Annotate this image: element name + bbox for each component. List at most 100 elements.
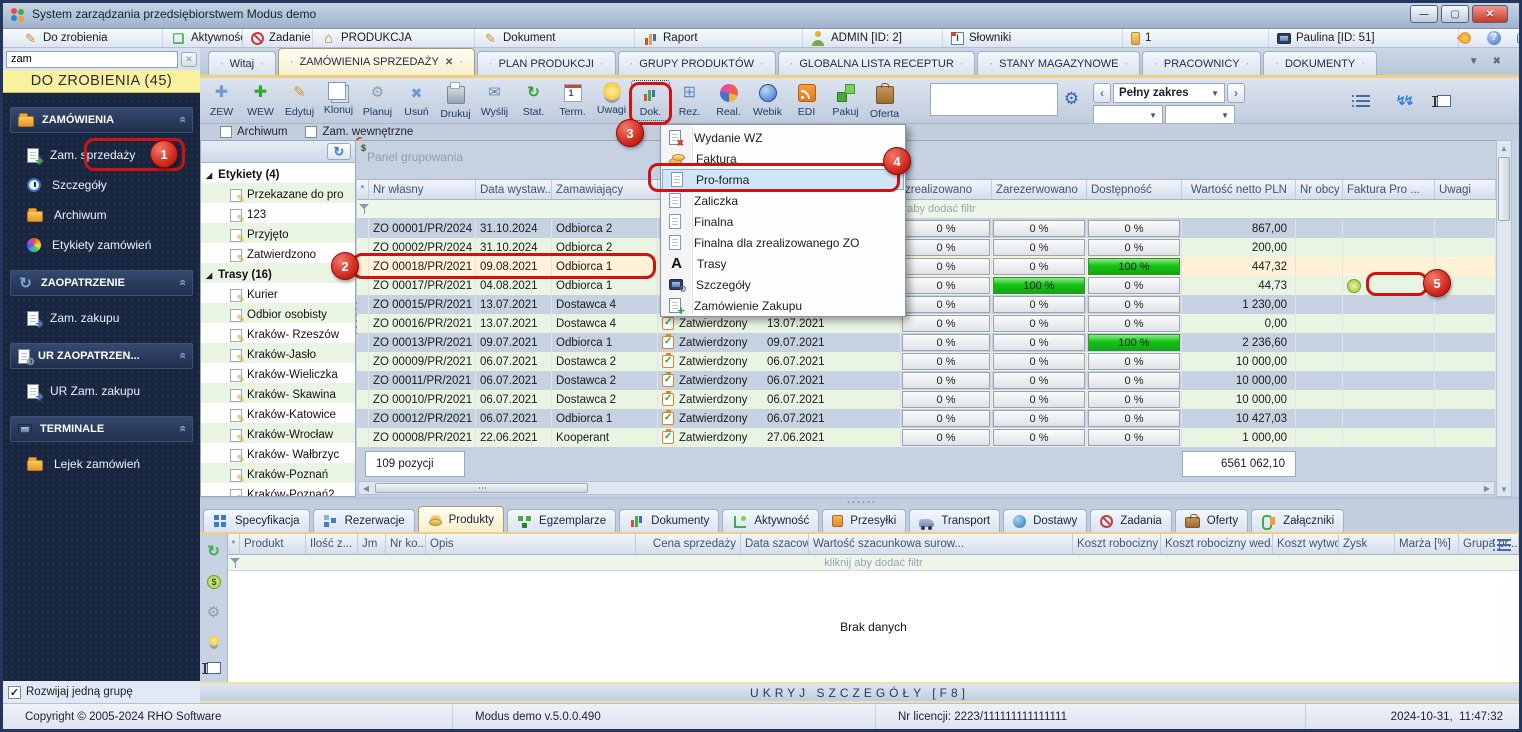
scrollbar-thumb[interactable] (1498, 157, 1510, 221)
tree-group-header[interactable]: Etykiety (4) (201, 165, 355, 185)
proforma-invoice-icon[interactable] (1347, 279, 1361, 293)
grid-column-header[interactable]: * (357, 180, 369, 199)
details-column-header[interactable]: Cena sprzedaży (636, 534, 741, 554)
document-tab[interactable]: GLOBALNA LISTA RECEPTUR (778, 51, 976, 75)
toolbar-button[interactable]: Rez. (670, 80, 709, 121)
filter-combo-2[interactable] (1165, 105, 1235, 125)
document-tab[interactable]: DOKUMENTY (1263, 51, 1377, 75)
maximize-button[interactable] (1441, 5, 1469, 23)
editbox-icon[interactable] (207, 662, 221, 674)
toolbar-button[interactable]: Webik (748, 80, 787, 121)
nav-item[interactable]: UR Zam. zakupu (10, 376, 193, 406)
menu-option[interactable]: Finalna (661, 211, 905, 232)
tree-item[interactable]: Kraków- Skawina (201, 385, 355, 405)
details-column-header[interactable]: Data szacowa... (741, 534, 809, 554)
editbox-icon[interactable] (1437, 95, 1451, 107)
tree-item[interactable]: Kraków-Jasło (201, 345, 355, 365)
grid-column-header[interactable]: Faktura Pro ... (1343, 180, 1435, 199)
details-column-header[interactable]: Zysk (1339, 534, 1395, 554)
grid-column-header[interactable]: Uwagi (1435, 180, 1496, 199)
toolbar-search-input[interactable] (930, 83, 1058, 116)
checkbox[interactable] (220, 126, 232, 138)
vertical-scrollbar[interactable]: ▲ ▼ (1496, 140, 1512, 497)
details-tab[interactable]: Transport (909, 509, 1000, 532)
chevron-up-icon[interactable] (175, 353, 189, 359)
grid-filter-row[interactable]: kliknij aby dodać filtr (357, 200, 1496, 219)
scroll-right-icon[interactable]: ▶ (1480, 482, 1494, 494)
details-tab[interactable]: Dokumenty (619, 509, 719, 532)
tab-close-icon[interactable] (445, 57, 453, 68)
details-tab[interactable]: Aktywność (722, 509, 819, 532)
document-tab[interactable]: PLAN PRODUKCJI (477, 51, 616, 75)
nav-item[interactable]: Szczegóły (10, 170, 193, 200)
scroll-down-icon[interactable]: ▼ (1497, 482, 1511, 496)
nav-item[interactable]: Lejek zamówień (10, 449, 193, 479)
filter-combo-1[interactable] (1093, 105, 1163, 125)
table-row[interactable]: ZO 00016/PR/2021 13.07.2021 Dostawca 4 Z… (357, 314, 1496, 333)
expand-one-group-checkbox[interactable] (8, 686, 21, 699)
menu-item[interactable]: 1 (1123, 29, 1269, 47)
nav-section-header[interactable]: ZAMÓWIENIA (10, 107, 193, 133)
filter-checkbox-item[interactable]: Archiwum (220, 126, 287, 138)
details-column-header[interactable]: Marża [%] (1395, 534, 1459, 554)
clear-search-icon[interactable] (181, 52, 197, 67)
tree-item[interactable]: 123 (201, 205, 355, 225)
tree-item[interactable]: Przyjęto (201, 225, 355, 245)
toolbar-button[interactable]: Wyślij (475, 80, 514, 121)
table-row[interactable]: ZO 00015/PR/2021 13.07.2021 Dostawca 4 0… (357, 295, 1496, 314)
toolbar-button[interactable]: Planuj (358, 80, 397, 121)
help-icon[interactable] (1487, 31, 1501, 45)
menu-item[interactable]: Raport (635, 29, 803, 47)
nav-item[interactable]: Zam. zakupu (10, 303, 193, 333)
details-column-header[interactable]: Koszt robocizny wed... (1161, 534, 1273, 554)
menu-option[interactable]: Zaliczka (661, 190, 905, 211)
horizontal-scrollbar[interactable]: ◀ ▶ (358, 481, 1495, 495)
details-column-header[interactable]: Opis (426, 534, 636, 554)
toolbar-button[interactable]: Stat. (514, 80, 553, 121)
nav-item[interactable]: Archiwum (10, 200, 193, 230)
details-tab[interactable]: Zadania (1090, 509, 1172, 532)
details-column-header[interactable]: Koszt wytwor... (1273, 534, 1339, 554)
refresh-icon[interactable] (206, 544, 221, 559)
tree-item[interactable]: Kraków- Rzeszów (201, 325, 355, 345)
group-panel[interactable]: Panel grupowania (357, 141, 1496, 179)
details-tab[interactable]: Egzemplarze (507, 509, 616, 532)
toolbar-button[interactable]: Drukuj (436, 80, 475, 121)
sync-icon[interactable] (1396, 93, 1411, 108)
tab-list-close-icon[interactable]: ✖ (1493, 56, 1501, 67)
toolbar-button[interactable]: EDI (787, 80, 826, 121)
table-row[interactable]: ZO 00001/PR/2024 31.10.2024 Odbiorca 2 0… (357, 219, 1496, 238)
menu-option[interactable]: Finalna dla zrealizowanego ZO (661, 232, 905, 253)
gear-icon[interactable] (1064, 91, 1079, 106)
columns-list-icon[interactable] (1497, 539, 1511, 551)
grid-column-header[interactable]: Zarezerwowano (992, 180, 1087, 199)
checkbox[interactable] (305, 126, 317, 138)
details-column-header[interactable]: Produkt (240, 534, 306, 554)
document-tab[interactable]: PRACOWNICY (1142, 51, 1261, 75)
chevron-up-icon[interactable] (175, 117, 189, 123)
chat-icon[interactable] (1517, 33, 1522, 44)
menu-item[interactable]: Słowniki (943, 29, 1123, 47)
grid-column-header[interactable]: Data wystaw... (476, 180, 552, 199)
tree-expand-icon[interactable] (206, 171, 212, 180)
document-tab[interactable]: ZAMÓWIENIA SPRZEDAŻY (278, 48, 475, 75)
details-column-header[interactable]: Wartość szacunkowa surow... (809, 534, 1073, 554)
tab-scroll-down-icon[interactable]: ▼ (1469, 56, 1479, 67)
range-prev-icon[interactable]: ‹ (1093, 83, 1111, 103)
nav-section-header[interactable]: ZAOPATRZENIE (10, 270, 193, 296)
details-tab[interactable]: Załączniki (1251, 509, 1344, 532)
table-row[interactable]: ZO 00009/PR/2021 06.07.2021 Dostawca 2 Z… (357, 352, 1496, 371)
toolbar-button[interactable]: Real. (709, 80, 748, 121)
details-column-header[interactable]: Jm (358, 534, 386, 554)
menu-option[interactable]: Szczegóły (661, 274, 905, 295)
tree-item[interactable]: Przekazane do pro (201, 185, 355, 205)
document-tab[interactable]: GRUPY PRODUKTÓW (618, 51, 776, 75)
menu-item[interactable]: Zadanie (243, 29, 313, 47)
details-filter-row[interactable]: kliknij aby dodać filtr (228, 555, 1519, 571)
nav-item[interactable]: Etykiety zamówień (10, 230, 193, 260)
chevron-up-icon[interactable] (175, 280, 189, 286)
refresh-icon[interactable] (327, 143, 351, 160)
grid-column-header[interactable]: Dostępność (1087, 180, 1182, 199)
toolbar-button[interactable]: Edytuj (280, 80, 319, 121)
scrollbar-thumb[interactable] (375, 483, 588, 493)
